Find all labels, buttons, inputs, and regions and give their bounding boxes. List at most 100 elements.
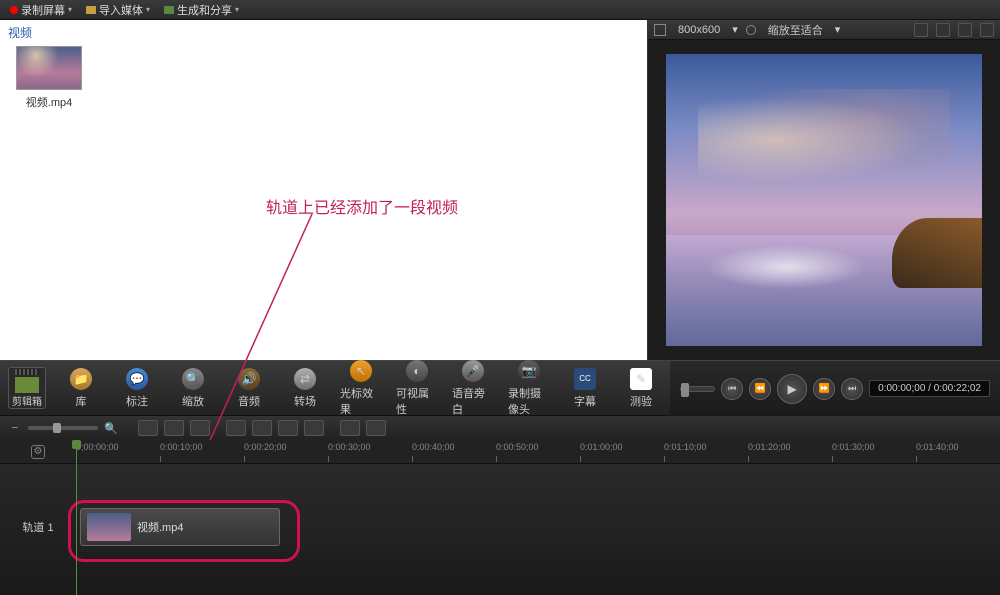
library-icon: 📁: [70, 368, 92, 390]
transition-icon: ⇄: [294, 368, 316, 390]
rewind-button[interactable]: ⏪: [749, 378, 771, 400]
zoom-out-button[interactable]: −: [8, 421, 22, 435]
tick: 0:01:10;00: [664, 442, 707, 452]
clip-bin-button[interactable]: 剪辑箱: [8, 367, 46, 409]
dropdown-icon: ▾: [146, 5, 150, 14]
cursor-icon: ↖: [350, 360, 372, 382]
tick: 0:00:10;00: [160, 442, 203, 452]
preview-option-2[interactable]: [936, 23, 950, 37]
tl-tool-2[interactable]: [164, 420, 184, 436]
copy-button[interactable]: [252, 420, 272, 436]
quiz-icon: ✎: [630, 368, 652, 390]
share-icon: [164, 6, 174, 14]
callout-tool[interactable]: 💬标注: [116, 368, 158, 409]
callout-icon: 💬: [126, 368, 148, 390]
clipbox-label: 剪辑箱: [12, 393, 42, 408]
track-spacer: [0, 464, 1000, 502]
cursor-effect-tool[interactable]: ↖光标效果: [340, 360, 382, 417]
audio-icon: 🔊: [238, 368, 260, 390]
camera-tool[interactable]: 📷录制摄像头: [508, 360, 550, 417]
timeline-area: ⚙ 0;00:00;00 0:00:10;00 0:00:20;00 0:00:…: [0, 440, 1000, 595]
tick: 0:01:00;00: [580, 442, 623, 452]
prev-button[interactable]: ⏮: [721, 378, 743, 400]
timeline-toolbar: − 🔍: [0, 416, 1000, 440]
annotation-text: 轨道上已经添加了一段视频: [266, 194, 458, 218]
scrubber-handle[interactable]: [681, 383, 689, 397]
preview-option-4[interactable]: [980, 23, 994, 37]
zoom-icon: [746, 25, 756, 35]
playhead[interactable]: [76, 440, 77, 595]
zoom-slider[interactable]: [28, 426, 98, 430]
zoom-handle[interactable]: [53, 423, 61, 433]
preview-canvas[interactable]: [666, 54, 982, 346]
folder-icon: [86, 6, 96, 14]
tl-tool-1[interactable]: [138, 420, 158, 436]
library-tool[interactable]: 📁库: [60, 368, 102, 409]
ruler-ticks: 0;00:00;00 0:00:10;00 0:00:20;00 0:00:30…: [76, 440, 1000, 463]
dropdown-icon[interactable]: ▾: [732, 23, 738, 36]
time-ruler[interactable]: ⚙ 0;00:00;00 0:00:10;00 0:00:20;00 0:00:…: [0, 440, 1000, 464]
tl-tool-8[interactable]: [340, 420, 360, 436]
caption-tool[interactable]: CC字幕: [564, 368, 606, 409]
bin-title: 视频: [8, 24, 32, 41]
zoom-tool[interactable]: 🔍缩放: [172, 368, 214, 409]
track-1: 轨道 1 视频.mp4: [0, 502, 1000, 552]
import-media-button[interactable]: 导入媒体 ▾: [80, 2, 156, 18]
tick: 0:00:50;00: [496, 442, 539, 452]
tick: 0:01:40;00: [916, 442, 959, 452]
playback-scrubber[interactable]: [680, 386, 715, 392]
timeline-settings-button[interactable]: ⚙: [31, 445, 45, 459]
mid-row: 剪辑箱 📁库 💬标注 🔍缩放 🔊音频 ⇄转场 ↖光标效果 ◐可视属性 🎤语音旁白…: [0, 360, 1000, 416]
playback-controls: ⏮ ⏪ ▶ ⏩ ⏭ 0:00:00;00 / 0:00:22;02: [670, 360, 1000, 416]
magnify-icon: 🔍: [182, 368, 204, 390]
paste-button[interactable]: [278, 420, 298, 436]
share-label: 生成和分享: [177, 2, 232, 18]
tl-tool-3[interactable]: [190, 420, 210, 436]
playback-time: 0:00:00;00 / 0:00:22;02: [869, 380, 990, 397]
track-body[interactable]: 视频.mp4: [76, 502, 1000, 552]
preview-option-1[interactable]: [914, 23, 928, 37]
preview-option-3[interactable]: [958, 23, 972, 37]
audio-tool[interactable]: 🔊音频: [228, 368, 270, 409]
timeline-clip[interactable]: 视频.mp4: [80, 508, 280, 546]
preview-toolbar: 800x600 ▾ 缩放至适合 ▾: [648, 20, 1000, 40]
zoom-in-button[interactable]: 🔍: [104, 421, 118, 435]
dropdown-icon[interactable]: ▾: [835, 23, 841, 36]
visual-tool[interactable]: ◐可视属性: [396, 360, 438, 417]
canvas-dimensions[interactable]: 800x600: [674, 24, 724, 36]
main-toolbar: 录制屏幕 ▾ 导入媒体 ▾ 生成和分享 ▾: [0, 0, 1000, 20]
record-label: 录制屏幕: [21, 2, 65, 18]
record-icon: [10, 6, 18, 14]
dropdown-icon: ▾: [235, 5, 239, 14]
next-button[interactable]: ⏭: [841, 378, 863, 400]
voice-tool[interactable]: 🎤语音旁白: [452, 360, 494, 417]
zoom-fit-label[interactable]: 缩放至适合: [764, 22, 827, 38]
visual-icon: ◐: [406, 360, 428, 382]
media-bin[interactable]: 视频 视频.mp4 轨道上已经添加了一段视频: [0, 20, 648, 360]
tick: 0:00:40;00: [412, 442, 455, 452]
forward-button[interactable]: ⏩: [813, 378, 835, 400]
play-button[interactable]: ▶: [777, 374, 807, 404]
split-button[interactable]: [304, 420, 324, 436]
tl-tool-9[interactable]: [366, 420, 386, 436]
preview-pane: 800x600 ▾ 缩放至适合 ▾: [648, 20, 1000, 360]
canvas-size-icon[interactable]: [654, 24, 666, 36]
timeline: ⚙ 0;00:00;00 0:00:10;00 0:00:20;00 0:00:…: [0, 440, 1000, 595]
tick: 0:00:30;00: [328, 442, 371, 452]
cc-icon: CC: [574, 368, 596, 390]
record-screen-button[interactable]: 录制屏幕 ▾: [4, 2, 78, 18]
tick: 0;00:00;00: [76, 442, 119, 452]
clip-thumbnail: [87, 513, 131, 541]
cut-button[interactable]: [226, 420, 246, 436]
tick: 0:01:20;00: [748, 442, 791, 452]
track-label[interactable]: 轨道 1: [0, 519, 76, 535]
clip-thumbnail: [16, 46, 82, 90]
media-clip[interactable]: 视频.mp4: [16, 46, 82, 110]
quiz-tool[interactable]: ✎测验: [620, 368, 662, 409]
camera-icon: 📷: [518, 360, 540, 382]
tick: 0:00:20;00: [244, 442, 287, 452]
tick: 0:01:30;00: [832, 442, 875, 452]
produce-share-button[interactable]: 生成和分享 ▾: [158, 2, 245, 18]
mic-icon: 🎤: [462, 360, 484, 382]
transition-tool[interactable]: ⇄转场: [284, 368, 326, 409]
